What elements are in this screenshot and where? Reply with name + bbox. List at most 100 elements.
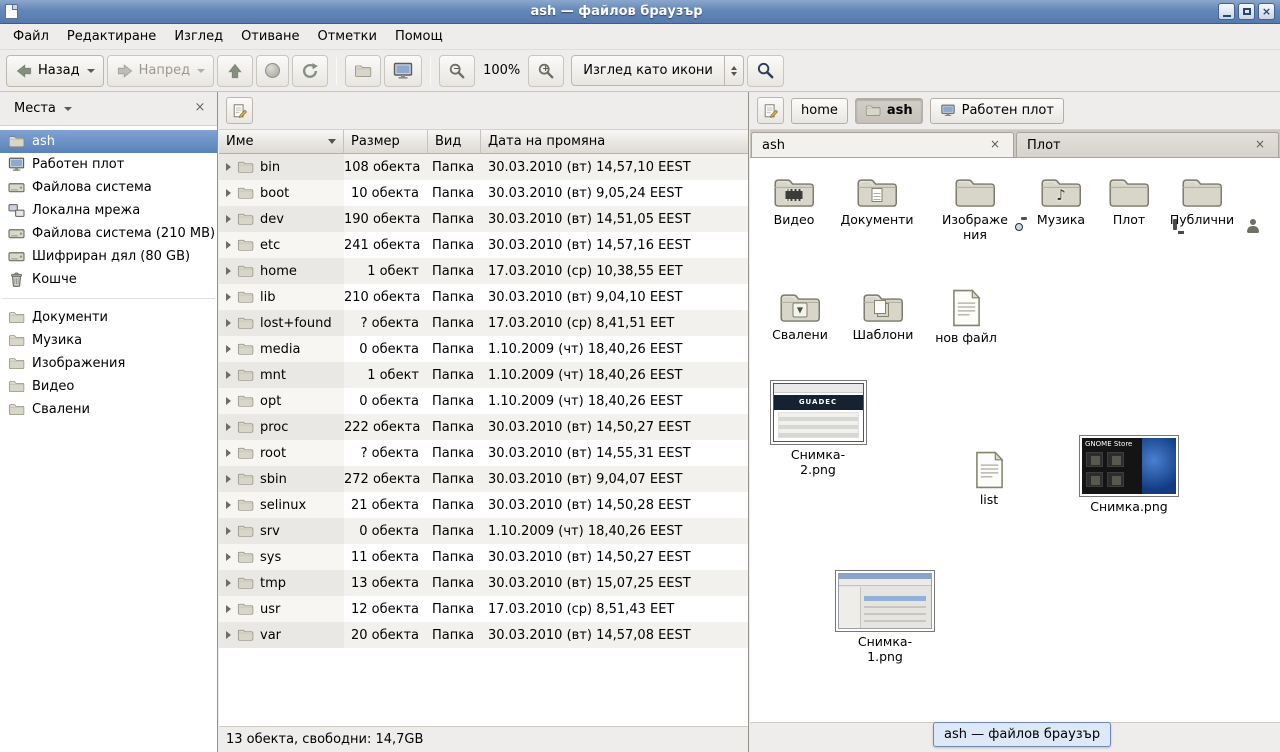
table-row[interactable]: lost+found? обектаПапка17.03.2010 (ср) 8…: [219, 310, 748, 336]
expander-icon[interactable]: [226, 423, 231, 431]
close-button[interactable]: ×: [1258, 3, 1275, 20]
expander-icon[interactable]: [226, 319, 231, 327]
icon-item-snimka2[interactable]: GUADEC Снимка-2.png: [768, 380, 868, 478]
expander-icon[interactable]: [226, 293, 231, 301]
taskbar-window-button[interactable]: ash — файлов браузър: [933, 722, 1111, 747]
sidebar-item-trash[interactable]: Кошче: [0, 268, 217, 291]
table-row[interactable]: home1 обектПапка17.03.2010 (ср) 10,38,55…: [219, 258, 748, 284]
minimize-button[interactable]: [1218, 3, 1235, 20]
sidebar-item-filesystem-210mb[interactable]: Файлова система (210 MB): [0, 222, 217, 245]
sidebar-item-encrypted-80gb[interactable]: Шифриран дял (80 GB): [0, 245, 217, 268]
tab-plot[interactable]: Плот ×: [1016, 132, 1279, 157]
sidebar-item-downloads[interactable]: Свалени: [0, 398, 217, 421]
expander-icon[interactable]: [226, 267, 231, 275]
expander-icon[interactable]: [226, 475, 231, 483]
column-header-type[interactable]: Вид: [428, 130, 481, 154]
table-row[interactable]: srv0 обектаПапка1.10.2009 (чт) 18,40,26 …: [219, 518, 748, 544]
icon-item-video[interactable]: Видео: [751, 175, 837, 228]
search-button[interactable]: [747, 55, 784, 87]
table-row[interactable]: opt0 обектаПапка1.10.2009 (чт) 18,40,26 …: [219, 388, 748, 414]
sidebar-item-pictures[interactable]: Изображения: [0, 352, 217, 375]
table-row[interactable]: boot10 обектаПапка30.03.2010 (вт) 9,05,2…: [219, 180, 748, 206]
sidebar-item-music[interactable]: Музика: [0, 329, 217, 352]
table-row[interactable]: dev190 обектаПапка30.03.2010 (вт) 14,51,…: [219, 206, 748, 232]
sidebar-item-ash[interactable]: ash: [0, 130, 217, 153]
expander-icon[interactable]: [226, 605, 231, 613]
home-button[interactable]: [345, 55, 381, 87]
table-row[interactable]: mnt1 обектПапка1.10.2009 (чт) 18,40,26 E…: [219, 362, 748, 388]
expander-icon[interactable]: [226, 371, 231, 379]
sidebar-item-local-network[interactable]: Локална мрежа: [0, 199, 217, 222]
expander-icon[interactable]: [226, 553, 231, 561]
sidebar-item-filesystem[interactable]: Файлова система: [0, 176, 217, 199]
expander-icon[interactable]: [226, 631, 231, 639]
table-row[interactable]: usr12 обектаПапка17.03.2010 (ср) 8,51,43…: [219, 596, 748, 622]
icon-item-snimka1[interactable]: Снимка-1.png: [835, 570, 935, 665]
menu-file[interactable]: Файл: [4, 24, 58, 50]
icon-item-templates[interactable]: Шаблони: [840, 290, 926, 343]
icon-item-public[interactable]: Публични: [1159, 175, 1245, 228]
sidebar-close-button[interactable]: ×: [191, 100, 209, 118]
edit-location-button[interactable]: [757, 97, 784, 124]
up-button[interactable]: [217, 55, 253, 87]
expander-icon[interactable]: [226, 397, 231, 405]
icon-view[interactable]: Видео Документи Изображения: [750, 158, 1280, 722]
tab-close-icon[interactable]: ×: [987, 137, 1003, 153]
table-row[interactable]: tmp13 обектаПапка30.03.2010 (вт) 15,07,2…: [219, 570, 748, 596]
zoom-out-button[interactable]: −: [439, 55, 475, 87]
icon-item-pictures[interactable]: Изображения: [932, 175, 1018, 243]
expander-icon[interactable]: [226, 579, 231, 587]
table-row[interactable]: media0 обектаПапка1.10.2009 (чт) 18,40,2…: [219, 336, 748, 362]
menu-go[interactable]: Отиване: [232, 24, 308, 50]
tab-close-icon[interactable]: ×: [1252, 137, 1268, 153]
expander-icon[interactable]: [226, 215, 231, 223]
menu-view[interactable]: Изглед: [165, 24, 232, 50]
icon-item-new-file[interactable]: нов файл: [923, 288, 1009, 346]
expander-icon[interactable]: [226, 449, 231, 457]
expander-icon[interactable]: [226, 189, 231, 197]
sidebar-item-documents[interactable]: Документи: [0, 306, 217, 329]
expander-icon[interactable]: [226, 241, 231, 249]
menu-edit[interactable]: Редактиране: [58, 24, 165, 50]
table-row[interactable]: selinux21 обектаПапка30.03.2010 (вт) 14,…: [219, 492, 748, 518]
stop-button[interactable]: [256, 55, 289, 87]
table-row[interactable]: proc222 обектаПапка30.03.2010 (вт) 14,50…: [219, 414, 748, 440]
sidebar-item-video[interactable]: Видео: [0, 375, 217, 398]
table-row[interactable]: sys11 обектаПапка30.03.2010 (вт) 14,50,2…: [219, 544, 748, 570]
column-header-size[interactable]: Размер: [344, 130, 428, 154]
tab-ash[interactable]: ash ×: [751, 132, 1014, 157]
folder-icon: [237, 472, 254, 486]
menu-bookmarks[interactable]: Отметки: [308, 24, 385, 50]
computer-button[interactable]: [384, 55, 422, 87]
column-header-name[interactable]: Име: [219, 130, 344, 154]
view-mode-select[interactable]: Изглед като икони: [571, 55, 744, 86]
breadcrumb-ash[interactable]: ash: [855, 98, 923, 124]
table-row[interactable]: lib210 обектаПапка30.03.2010 (вт) 9,04,1…: [219, 284, 748, 310]
breadcrumb-home[interactable]: home: [791, 98, 848, 124]
table-row[interactable]: sbin272 обектаПапка30.03.2010 (вт) 9,04,…: [219, 466, 748, 492]
icon-item-snimka[interactable]: GNOME Store Снимка.png: [1079, 435, 1179, 515]
column-header-modified[interactable]: Дата на промяна: [481, 130, 748, 154]
zoom-in-button[interactable]: +: [528, 55, 564, 87]
expander-icon[interactable]: [226, 345, 231, 353]
table-row[interactable]: root? обектаПапка30.03.2010 (вт) 14,55,3…: [219, 440, 748, 466]
places-selector[interactable]: Места: [8, 98, 78, 119]
edit-location-button[interactable]: [226, 97, 253, 124]
breadcrumb-desktop[interactable]: Работен плот: [930, 98, 1064, 124]
window-titlebar[interactable]: ash — файлов браузър ×: [0, 0, 1280, 24]
back-button[interactable]: Назад: [6, 55, 104, 87]
reload-button[interactable]: [292, 55, 328, 87]
maximize-button[interactable]: [1238, 3, 1255, 20]
icon-item-downloads[interactable]: ▼ Свалени: [757, 290, 843, 343]
expander-icon[interactable]: [226, 163, 231, 171]
table-row[interactable]: etc241 обектаПапка30.03.2010 (вт) 14,57,…: [219, 232, 748, 258]
expander-icon[interactable]: [226, 501, 231, 509]
sidebar-item-desktop[interactable]: Работен плот: [0, 153, 217, 176]
forward-button[interactable]: Напред: [107, 55, 214, 87]
icon-item-list[interactable]: list: [946, 450, 1032, 508]
icon-item-documents[interactable]: Документи: [834, 175, 920, 228]
table-row[interactable]: bin108 обектаПапка30.03.2010 (вт) 14,57,…: [219, 154, 748, 180]
expander-icon[interactable]: [226, 527, 231, 535]
table-row[interactable]: var20 обектаПапка30.03.2010 (вт) 14,57,0…: [219, 622, 748, 648]
menu-help[interactable]: Помощ: [386, 24, 452, 50]
